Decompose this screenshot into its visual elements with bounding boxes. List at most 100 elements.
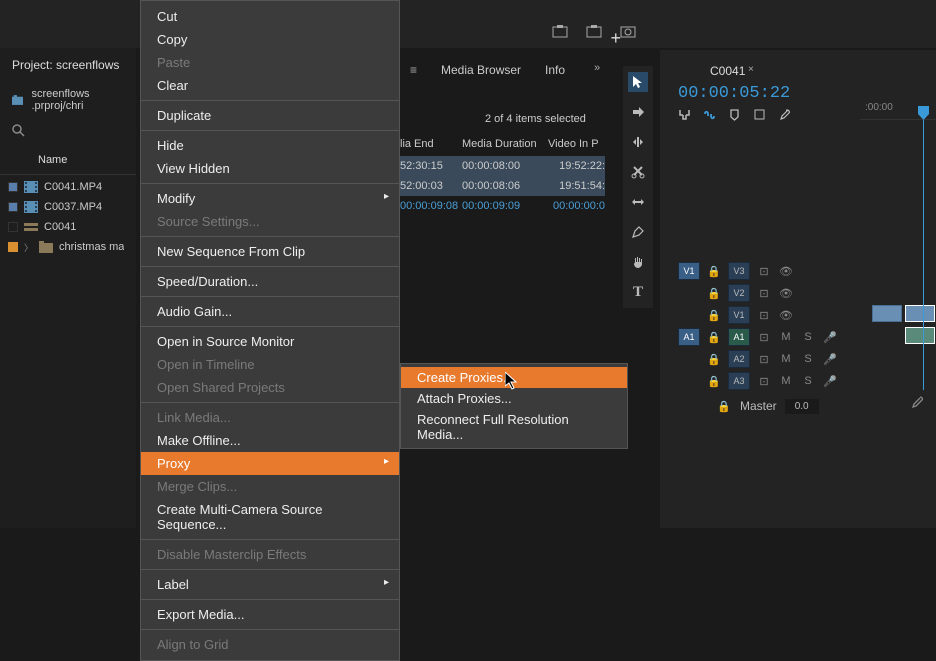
- add-marker-icon[interactable]: [728, 108, 741, 124]
- eye-icon[interactable]: 👁: [778, 285, 794, 301]
- menu-item-hide[interactable]: Hide: [141, 134, 399, 157]
- slip-tool[interactable]: [628, 192, 648, 212]
- menu-item-clear[interactable]: Clear: [141, 74, 399, 97]
- video-clip[interactable]: [872, 305, 902, 322]
- item-label-color[interactable]: [8, 242, 18, 252]
- linked-selection-icon[interactable]: [703, 108, 716, 124]
- lock-icon[interactable]: 🔒: [706, 329, 722, 345]
- item-checkbox[interactable]: [8, 182, 18, 192]
- timeline-settings-icon[interactable]: [753, 108, 766, 124]
- eye-icon[interactable]: 👁: [778, 263, 794, 279]
- media-duration-col[interactable]: Media Duration: [462, 138, 548, 150]
- ripple-edit-tool[interactable]: [628, 132, 648, 152]
- mute-icon[interactable]: M: [778, 351, 794, 367]
- hand-tool[interactable]: [628, 252, 648, 272]
- voice-over-icon[interactable]: 🎤: [822, 373, 838, 389]
- lock-icon[interactable]: 🔒: [716, 398, 732, 414]
- track-target-a2[interactable]: A2: [728, 350, 750, 368]
- track-target-a3[interactable]: A3: [728, 372, 750, 390]
- solo-icon[interactable]: S: [800, 329, 816, 345]
- project-file-row[interactable]: screenflows .prproj/chri: [0, 82, 136, 118]
- eye-icon[interactable]: 👁: [778, 307, 794, 323]
- menu-item-duplicate[interactable]: Duplicate: [141, 104, 399, 127]
- menu-item-export-media[interactable]: Export Media...: [141, 603, 399, 626]
- solo-icon[interactable]: S: [800, 351, 816, 367]
- toggle-output-icon[interactable]: ⊡: [756, 263, 772, 279]
- mute-icon[interactable]: M: [778, 373, 794, 389]
- wrench-icon[interactable]: [778, 108, 791, 124]
- media-browser-tab[interactable]: Media Browser: [441, 63, 521, 77]
- close-tab-icon[interactable]: ×: [748, 64, 754, 75]
- master-value[interactable]: 0.0: [785, 399, 819, 414]
- track-target-a1[interactable]: A1: [728, 328, 750, 346]
- mute-icon[interactable]: M: [778, 329, 794, 345]
- info-tab[interactable]: Info: [545, 63, 565, 77]
- lock-icon[interactable]: 🔒: [706, 307, 722, 323]
- pen-tool[interactable]: [628, 222, 648, 242]
- selection-tool[interactable]: [628, 72, 648, 92]
- type-tool[interactable]: T: [628, 282, 648, 302]
- media-end-col[interactable]: lia End: [400, 138, 462, 150]
- camera-icon[interactable]: [620, 24, 636, 41]
- menu-item-view-hidden[interactable]: View Hidden: [141, 157, 399, 180]
- voice-over-icon[interactable]: 🎤: [822, 351, 838, 367]
- source-patch-v1[interactable]: V1: [678, 262, 700, 280]
- toggle-output-icon[interactable]: ⊡: [756, 329, 772, 345]
- item-checkbox[interactable]: [8, 202, 18, 212]
- solo-icon[interactable]: S: [800, 373, 816, 389]
- track-target-v3[interactable]: V3: [728, 262, 750, 280]
- attach-proxies-item[interactable]: Attach Proxies...: [401, 388, 627, 409]
- video-clip-selected[interactable]: [905, 305, 935, 322]
- toggle-output-icon[interactable]: ⊡: [756, 285, 772, 301]
- razor-tool[interactable]: [628, 162, 648, 182]
- export-frame-icon[interactable]: [552, 24, 568, 41]
- media-row[interactable]: 00:00:09:08 00:00:09:09 00:00:00:0: [400, 196, 605, 216]
- menu-item-label[interactable]: Label: [141, 573, 399, 596]
- create-proxies-item[interactable]: Create Proxies...: [401, 367, 627, 388]
- track-target-v1[interactable]: V1: [728, 306, 750, 324]
- panel-menu-icon[interactable]: ≡: [410, 63, 417, 77]
- timecode-display[interactable]: 00:00:05:22: [678, 84, 790, 103]
- video-in-col[interactable]: Video In P: [548, 138, 610, 150]
- menu-item-proxy[interactable]: Proxy: [141, 452, 399, 475]
- project-item[interactable]: 〉 christmas ma: [0, 237, 136, 257]
- menu-item-modify[interactable]: Modify: [141, 187, 399, 210]
- track-select-tool[interactable]: [628, 102, 648, 122]
- panel-overflow-icon[interactable]: »: [594, 62, 600, 74]
- project-item[interactable]: C0041.MP4: [0, 177, 136, 197]
- project-item[interactable]: C0037.MP4: [0, 197, 136, 217]
- menu-item-create-multi-camera-source-sequence[interactable]: Create Multi-Camera Source Sequence...: [141, 498, 399, 536]
- playhead-icon[interactable]: [918, 106, 929, 120]
- snap-icon[interactable]: [678, 108, 691, 124]
- expand-arrow-icon[interactable]: 〉: [24, 241, 33, 254]
- lock-icon[interactable]: 🔒: [706, 373, 722, 389]
- menu-item-copy[interactable]: Copy: [141, 28, 399, 51]
- voice-over-icon[interactable]: 🎤: [822, 329, 838, 345]
- lock-icon[interactable]: 🔒: [706, 285, 722, 301]
- menu-item-speed-duration[interactable]: Speed/Duration...: [141, 270, 399, 293]
- timeline-wrench-icon[interactable]: [910, 395, 924, 412]
- add-marker-button[interactable]: +: [610, 28, 621, 49]
- toggle-output-icon[interactable]: ⊡: [756, 351, 772, 367]
- export-frame-icon-2[interactable]: [586, 24, 602, 41]
- project-item[interactable]: C0041: [0, 217, 136, 237]
- menu-item-make-offline[interactable]: Make Offline...: [141, 429, 399, 452]
- menu-item-open-in-source-monitor[interactable]: Open in Source Monitor: [141, 330, 399, 353]
- menu-item-cut[interactable]: Cut: [141, 5, 399, 28]
- name-column-header[interactable]: Name: [0, 146, 136, 175]
- audio-clip-selected[interactable]: [905, 327, 935, 344]
- lock-icon[interactable]: 🔒: [706, 263, 722, 279]
- item-checkbox[interactable]: [8, 222, 18, 232]
- media-row[interactable]: 52:30:15 00:00:08:00 19:52:22:: [400, 156, 605, 176]
- source-patch-a1[interactable]: A1: [678, 328, 700, 346]
- media-row[interactable]: 52:00:03 00:00:08:06 19:51:54:: [400, 176, 605, 196]
- toggle-output-icon[interactable]: ⊡: [756, 373, 772, 389]
- menu-item-audio-gain[interactable]: Audio Gain...: [141, 300, 399, 323]
- search-bar[interactable]: [0, 118, 136, 146]
- reconnect-full-res-item[interactable]: Reconnect Full Resolution Media...: [401, 409, 627, 445]
- toggle-output-icon[interactable]: ⊡: [756, 307, 772, 323]
- menu-item-new-sequence-from-clip[interactable]: New Sequence From Clip: [141, 240, 399, 263]
- lock-icon[interactable]: 🔒: [706, 351, 722, 367]
- sequence-tab[interactable]: C0041: [710, 64, 745, 78]
- track-target-v2[interactable]: V2: [728, 284, 750, 302]
